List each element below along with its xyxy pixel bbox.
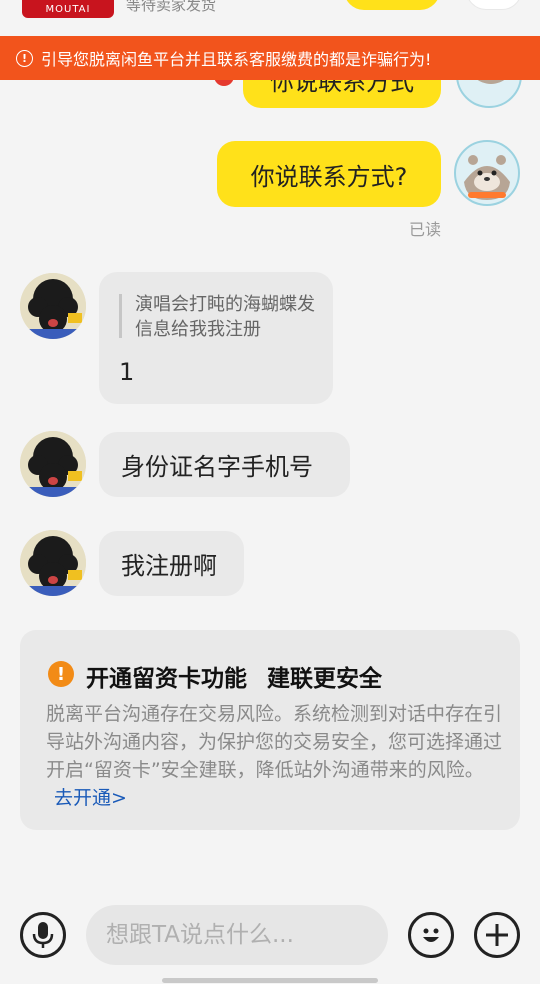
emoji-icon (423, 928, 439, 942)
order-more-button[interactable] (466, 0, 522, 10)
received-quote-bubble[interactable]: 演唱会打盹的海蝴蝶发信息给我我注册 1 (99, 272, 333, 404)
message-text: 你说联系方式? (250, 162, 408, 191)
poodle-avatar-icon (20, 431, 86, 497)
notice-body: 脱离平台沟通存在交易风险。系统检测到对话中存在引导站外沟通内容，为保护您的交易安… (46, 700, 502, 812)
message-text: 1 (119, 358, 135, 386)
sent-message-bubble[interactable]: 你说联系方式? (217, 141, 441, 207)
order-status: 等待卖家发货 (126, 0, 217, 14)
notice-title: 开通留资卡功能 建联更安全 (86, 659, 382, 693)
contact-avatar[interactable] (20, 431, 86, 497)
contact-card-notice: ! 开通留资卡功能 建联更安全 脱离平台沟通存在交易风险。系统检测到对话中存在引导… (20, 630, 520, 830)
contact-avatar[interactable] (20, 273, 86, 339)
contact-avatar[interactable] (20, 530, 86, 596)
plus-button[interactable] (474, 912, 520, 958)
fraud-warning-banner: ! 引导您脱离闲鱼平台并且联系客服缴费的都是诈骗行为! (0, 36, 540, 80)
poodle-avatar-icon (20, 530, 86, 596)
read-status: 已读 (409, 220, 442, 239)
plus-icon (486, 924, 508, 946)
product-bar: MOUTAI 等待卖家发货 (0, 0, 540, 34)
exclamation-icon: ! (48, 661, 74, 687)
order-action-button[interactable] (344, 0, 440, 10)
poodle-avatar-icon (20, 273, 86, 339)
message-text: 我注册啊 (121, 552, 217, 580)
received-message-bubble[interactable]: 我注册啊 (99, 531, 244, 596)
warning-icon: ! (16, 49, 33, 67)
home-indicator (162, 978, 378, 983)
received-message-bubble[interactable]: 身份证名字手机号 (99, 432, 350, 497)
notice-title-main: 开通留资卡功能 (86, 666, 247, 692)
message-input[interactable] (86, 905, 388, 965)
microphone-icon (32, 922, 54, 948)
notice-body-text: 脱离平台沟通存在交易风险。系统检测到对话中存在引导站外沟通内容，为保护您的交易安… (46, 703, 503, 781)
product-thumbnail[interactable]: MOUTAI (22, 0, 114, 18)
message-input-bar (0, 880, 540, 984)
quote-bar (119, 294, 122, 338)
self-avatar[interactable] (454, 140, 520, 206)
emoji-button[interactable] (408, 912, 454, 958)
quoted-text: 演唱会打盹的海蝴蝶发信息给我我注册 (135, 294, 315, 340)
message-text: 身份证名字手机号 (121, 453, 313, 481)
enable-link[interactable]: 去开通> (54, 787, 127, 809)
warning-text: 引导您脱离闲鱼平台并且联系客服缴费的都是诈骗行为! (41, 50, 432, 69)
notice-title-sub: 建联更安全 (267, 666, 382, 692)
otter-avatar-icon (457, 143, 517, 203)
voice-button[interactable] (20, 912, 66, 958)
